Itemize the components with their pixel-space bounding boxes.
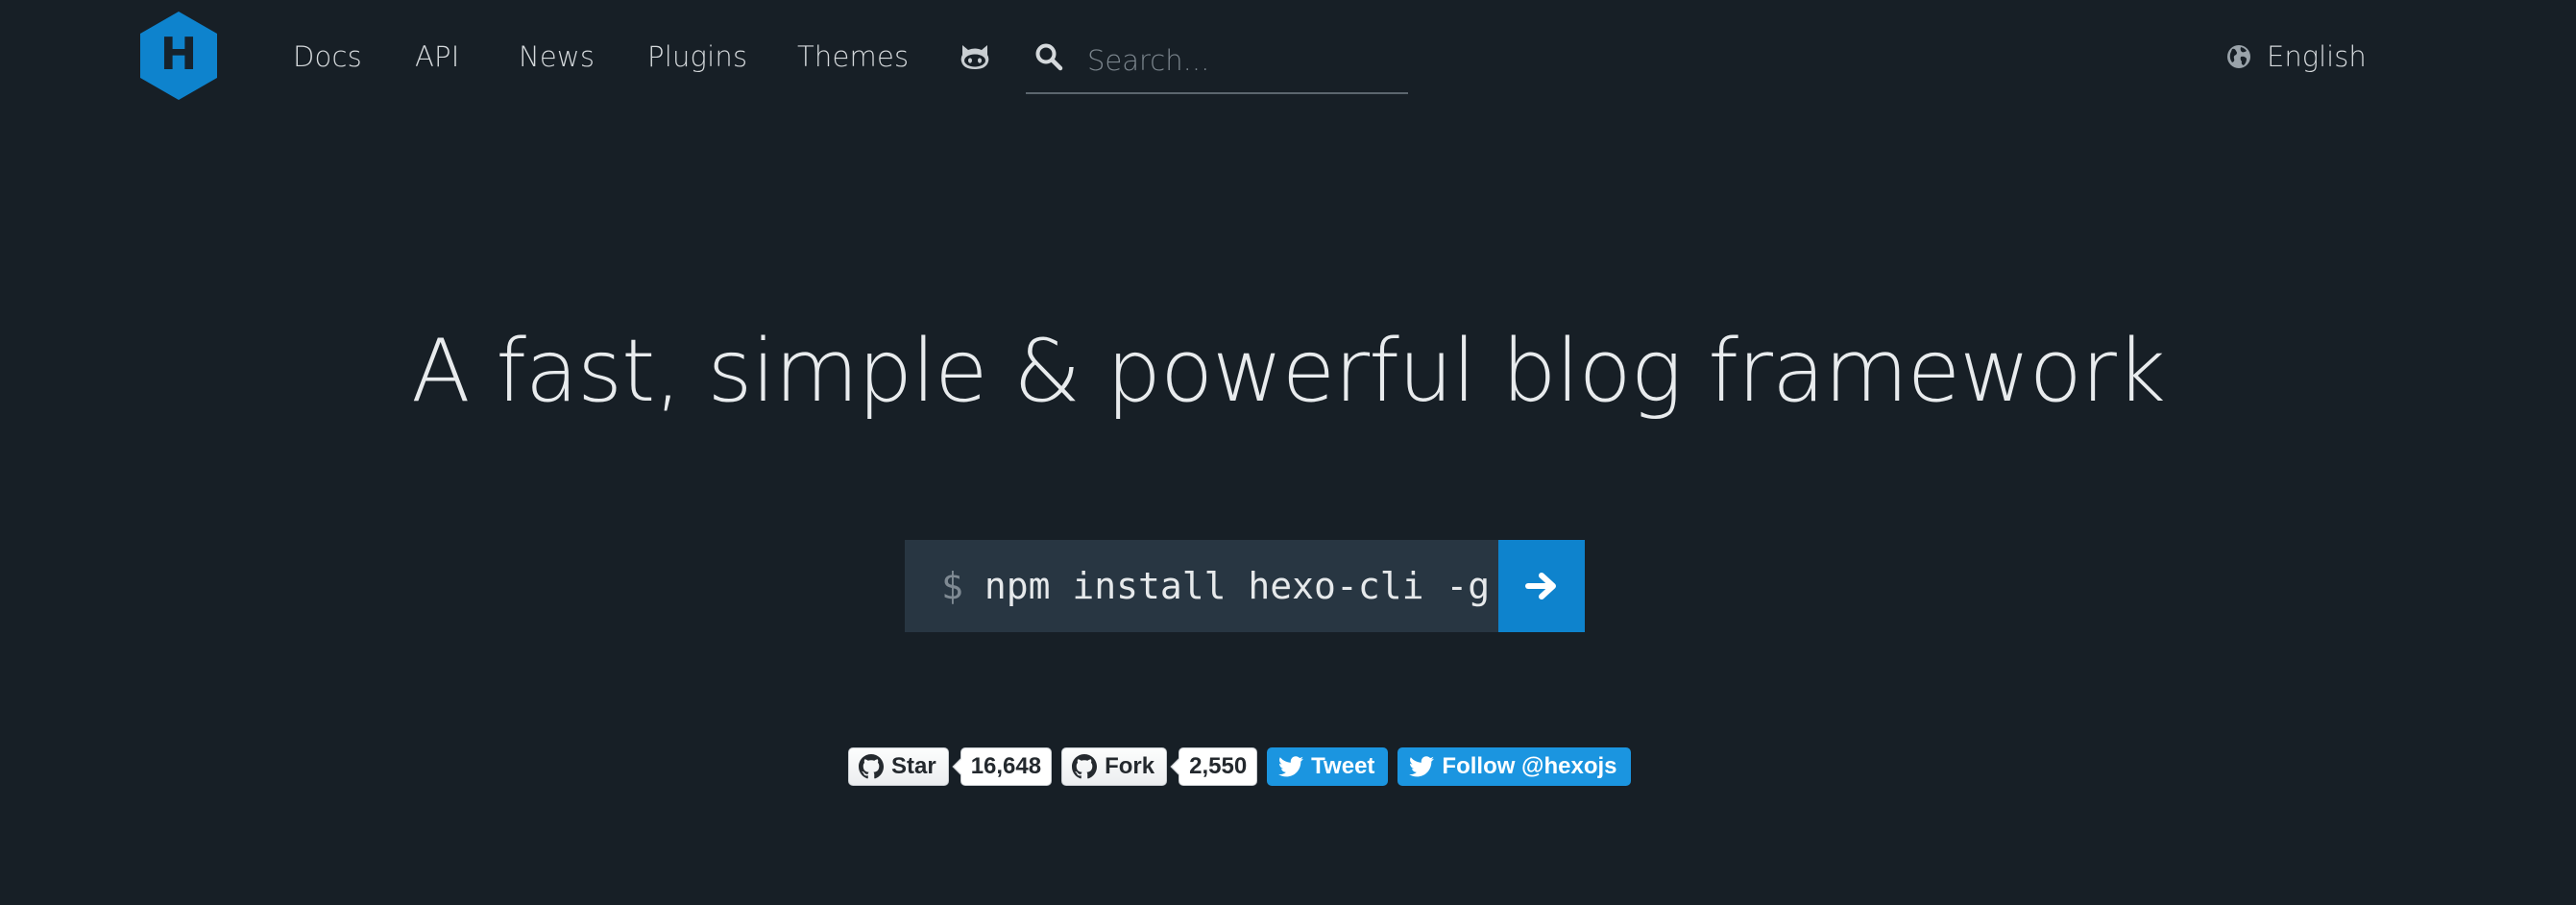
logo-letter: H: [160, 28, 198, 80]
language-selector[interactable]: English: [2226, 35, 2367, 79]
install-command-box: $ npm install hexo-cli -g: [905, 540, 1585, 632]
search-box: [1026, 35, 1408, 94]
github-cat-icon[interactable]: [960, 42, 990, 71]
arrow-right-icon: [1525, 573, 1556, 599]
page: H Docs API News Plugins Themes English A…: [0, 0, 2576, 905]
github-star-button[interactable]: Star: [848, 747, 949, 786]
search-input[interactable]: [1085, 38, 1397, 83]
tweet-button[interactable]: Tweet: [1267, 747, 1389, 786]
twitter-bird-icon: [1409, 756, 1435, 777]
search-icon: [1035, 43, 1063, 71]
github-mark-icon: [859, 754, 884, 779]
nav-news[interactable]: News: [519, 35, 595, 79]
nav-plugins[interactable]: Plugins: [647, 35, 747, 79]
language-label: English: [2267, 40, 2367, 73]
github-mark-icon: [1072, 754, 1098, 779]
star-count[interactable]: 16,648: [960, 747, 1053, 786]
follow-label: Follow @hexojs: [1442, 753, 1617, 779]
hero-title: A fast, simple & powerful blog framework: [411, 321, 2166, 422]
globe-icon: [2227, 45, 2250, 68]
hexo-logo[interactable]: H: [137, 10, 220, 102]
get-started-button[interactable]: [1498, 540, 1585, 632]
nav-docs[interactable]: Docs: [293, 35, 362, 79]
twitter-bird-icon: [1278, 756, 1304, 777]
command-prompt: $: [941, 565, 963, 607]
tweet-label: Tweet: [1311, 753, 1375, 779]
social-buttons: Star 16,648 Fork 2,550 Tweet Follow @hex…: [848, 747, 1631, 786]
nav-themes[interactable]: Themes: [797, 35, 909, 79]
fork-label: Fork: [1105, 753, 1155, 779]
star-label: Star: [891, 753, 936, 779]
fork-count[interactable]: 2,550: [1179, 747, 1258, 786]
github-fork-button[interactable]: Fork: [1061, 747, 1168, 786]
follow-button[interactable]: Follow @hexojs: [1397, 747, 1631, 786]
install-command[interactable]: $ npm install hexo-cli -g: [905, 540, 1498, 632]
command-text: npm install hexo-cli -g: [984, 565, 1491, 607]
nav-api[interactable]: API: [415, 35, 459, 79]
